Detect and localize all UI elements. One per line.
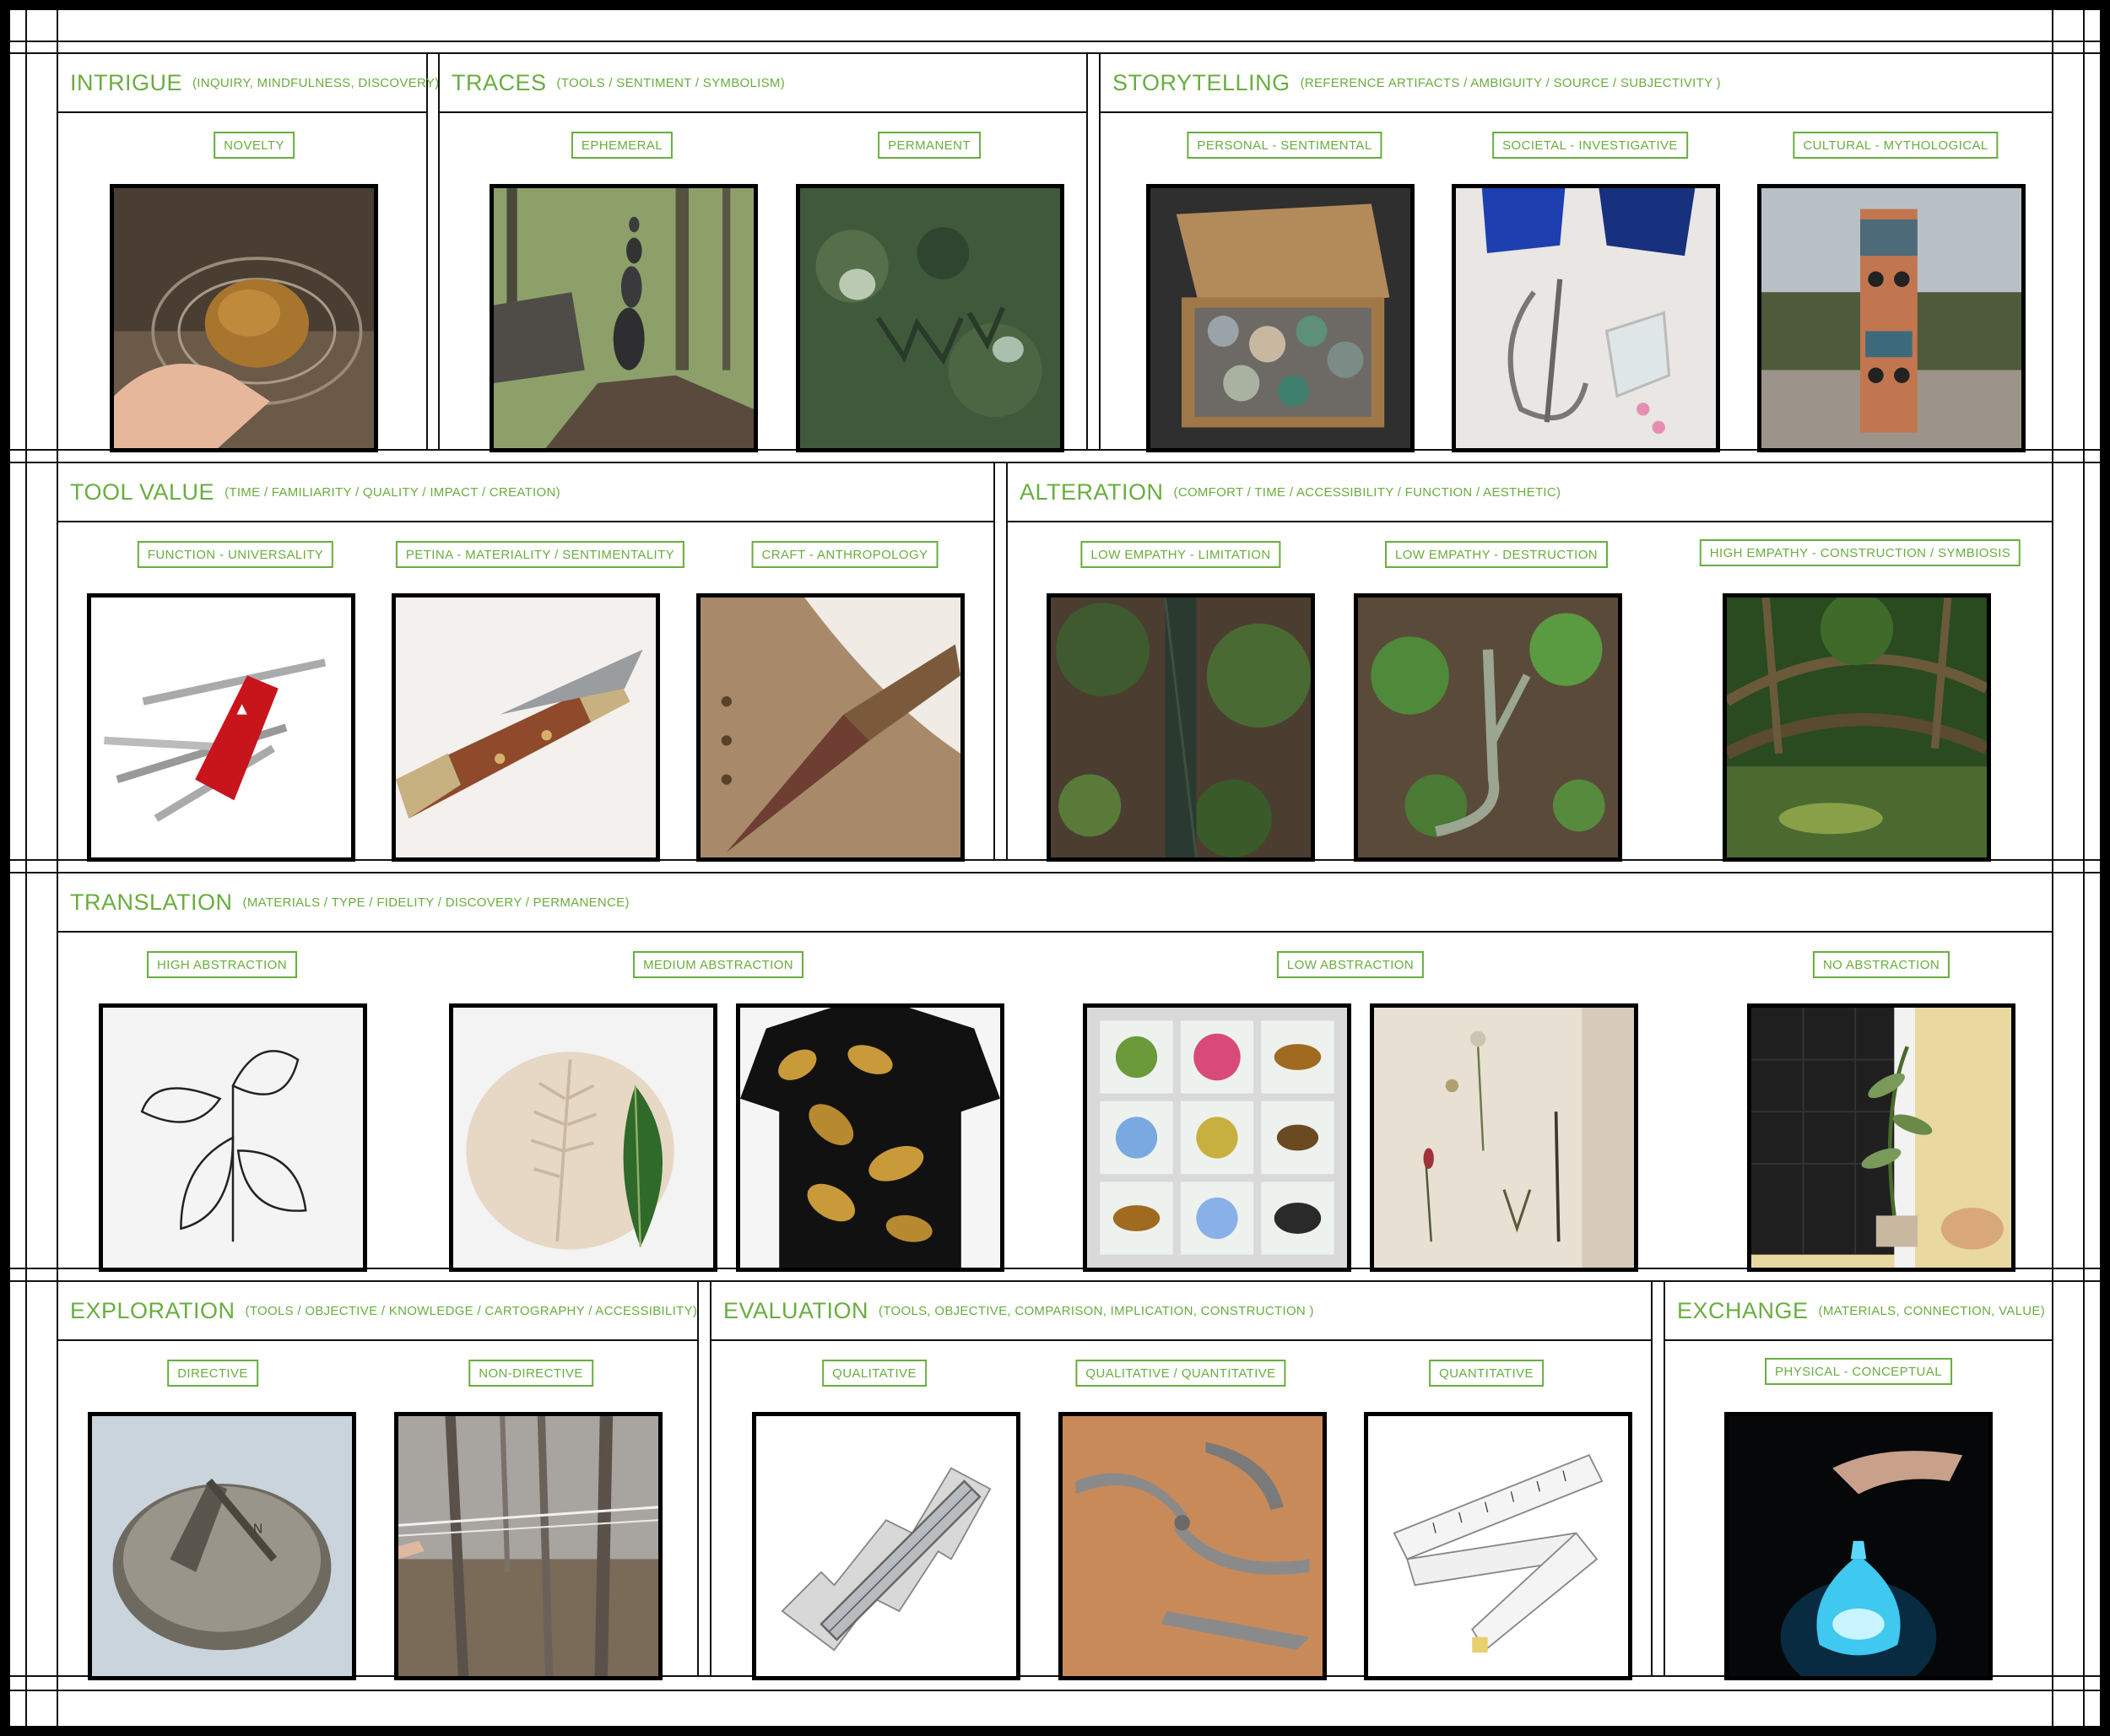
category-label: PERMANENT <box>878 132 981 159</box>
svg-text:N: N <box>253 1522 262 1537</box>
leaf-clay-imprint-image <box>449 1003 717 1272</box>
section-title-sub: (MATERIALS, CONNECTION, VALUE) <box>1818 1303 2046 1318</box>
section-title-main: ALTERATION <box>1020 479 1164 505</box>
section-intrigue: INTRIGUE (INQUIRY, MINDFULNESS, DISCOVER… <box>58 54 439 452</box>
section-title-sub: (TOOLS / SENTIMENT / SYMBOLISM) <box>556 75 785 90</box>
category-label: NON-DIRECTIVE <box>468 1360 593 1387</box>
category-label: LOW EMPATHY - DESTRUCTION <box>1384 541 1609 568</box>
category-label: PHYSICAL - CONCEPTUAL <box>1765 1358 1952 1385</box>
section-storytelling: STORYTELLING (REFERENCE ARTIFACTS / AMBI… <box>1101 54 2052 452</box>
section-tool-value: TOOL VALUE (TIME / FAMILIARITY / QUALITY… <box>58 463 993 862</box>
category-label: QUANTITATIVE <box>1429 1360 1544 1387</box>
moodboard: INTRIGUE (INQUIRY, MINDFULNESS, DISCOVER… <box>10 10 2100 1726</box>
measuring-tape-image <box>1364 1412 1632 1680</box>
category-label: FUNCTION - UNIVERSALITY <box>137 541 334 568</box>
cut-sapling-image <box>1354 593 1622 862</box>
sundial-compass-image: N <box>88 1412 356 1680</box>
wooden-pocket-knife-image <box>392 593 660 862</box>
frame-line <box>2083 10 2085 1726</box>
divider <box>426 52 428 449</box>
leaf-line-drawing-image <box>99 1003 367 1272</box>
contour-gauge-image <box>752 1412 1020 1680</box>
living-root-bridge-image <box>1723 593 1991 862</box>
section-title: INTRIGUE (INQUIRY, MINDFULNESS, DISCOVER… <box>58 54 439 113</box>
section-title-main: TRANSLATION <box>70 889 233 915</box>
category-label: PETINA - MATERIALITY / SENTIMENTALITY <box>395 541 685 568</box>
category-label: NO ABSTRACTION <box>1812 951 1950 978</box>
category-label: CULTURAL - MYTHOLOGICAL <box>1793 132 1999 159</box>
section-title: EXPLORATION (TOOLS / OBJECTIVE / KNOWLED… <box>58 1282 697 1341</box>
string-line-forest-image <box>394 1412 663 1680</box>
category-label: CRAFT - ANTHROPOLOGY <box>751 541 939 568</box>
frame-line <box>2052 10 2053 1726</box>
leaf-print-shirt-image <box>736 1003 1004 1272</box>
pressed-herbarium-image <box>1370 1003 1638 1272</box>
section-title: TRACES (TOOLS / SENTIMENT / SYMBOLISM) <box>440 54 1086 113</box>
category-label: DIRECTIVE <box>167 1360 258 1387</box>
resin-specimens-image <box>1083 1003 1351 1272</box>
frame-line <box>10 1690 2100 1691</box>
section-title-sub: (REFERENCE ARTIFACTS / AMBIGUITY / SOURC… <box>1300 75 1721 90</box>
section-traces: TRACES (TOOLS / SENTIMENT / SYMBOLISM) E… <box>440 54 1086 452</box>
section-title-main: TOOL VALUE <box>70 479 215 505</box>
section-title-main: EVALUATION <box>723 1297 869 1323</box>
category-label: QUALITATIVE <box>822 1360 927 1387</box>
frame-line <box>10 41 2100 42</box>
divider <box>697 1280 699 1675</box>
tree-guard-forest-image <box>1047 593 1315 862</box>
carved-mossy-rock-image <box>796 184 1064 452</box>
calipers-image <box>1058 1412 1327 1680</box>
section-alteration: ALTERATION (COMFORT / TIME / ACCESSIBILI… <box>1008 463 2052 862</box>
section-title-sub: (MATERIALS / TYPE / FIDELITY / DISCOVERY… <box>242 895 630 910</box>
section-title-main: INTRIGUE <box>70 69 183 95</box>
section-title: STORYTELLING (REFERENCE ARTIFACTS / AMBI… <box>1101 54 2052 113</box>
totem-pole-image <box>1757 184 2026 452</box>
section-title-main: EXPLORATION <box>70 1297 235 1323</box>
category-label: PERSONAL - SENTIMENTAL <box>1187 132 1382 159</box>
section-title-sub: (TIME / FAMILIARITY / QUALITY / IMPACT /… <box>225 484 560 500</box>
category-label: NOVELTY <box>214 132 295 159</box>
section-title: TRANSLATION (MATERIALS / TYPE / FIDELITY… <box>58 873 2052 933</box>
section-exploration: EXPLORATION (TOOLS / OBJECTIVE / KNOWLED… <box>58 1282 697 1680</box>
section-title-main: TRACES <box>452 69 547 95</box>
frame-line <box>25 10 27 1726</box>
section-evaluation: EVALUATION (TOOLS, OBJECTIVE, COMPARISON… <box>711 1282 1651 1680</box>
category-label: LOW EMPATHY - LIMITATION <box>1080 541 1281 568</box>
section-title: EXCHANGE (MATERIALS, CONNECTION, VALUE) <box>1665 1282 2052 1341</box>
section-title-sub: (TOOLS, OBJECTIVE, COMPARISON, IMPLICATI… <box>879 1303 1314 1318</box>
potted-plant-window-image <box>1747 1003 2015 1272</box>
category-label: LOW ABSTRACTION <box>1276 951 1425 978</box>
swiss-army-knife-image <box>87 593 355 862</box>
divider <box>1086 52 1088 449</box>
blue-glass-and-wire-image <box>1452 184 1720 452</box>
section-title: EVALUATION (TOOLS, OBJECTIVE, COMPARISON… <box>711 1282 1651 1341</box>
stone-blade-knife-image <box>696 593 965 862</box>
section-translation: TRANSLATION (MATERIALS / TYPE / FIDELITY… <box>58 873 2052 1272</box>
category-label: MEDIUM ABSTRACTION <box>632 951 804 978</box>
category-label: SOCIETAL - INVESTIGATIVE <box>1492 132 1688 159</box>
section-title-main: STORYTELLING <box>1112 69 1290 95</box>
rock-in-hand-water-image <box>110 184 378 452</box>
category-label: QUALITATIVE / QUANTITATIVE <box>1075 1360 1286 1387</box>
stacked-cairn-forest-image <box>490 184 758 452</box>
section-title: TOOL VALUE (TIME / FAMILIARITY / QUALITY… <box>58 463 993 522</box>
section-title: ALTERATION (COMFORT / TIME / ACCESSIBILI… <box>1008 463 2052 522</box>
divider <box>1651 1280 1653 1675</box>
section-title-sub: (COMFORT / TIME / ACCESSIBILITY / FUNCTI… <box>1173 484 1561 500</box>
section-title-main: EXCHANGE <box>1677 1297 1809 1323</box>
category-label: HIGH ABSTRACTION <box>147 951 297 978</box>
section-exchange: EXCHANGE (MATERIALS, CONNECTION, VALUE) … <box>1665 1282 2052 1680</box>
category-label: HIGH EMPATHY - CONSTRUCTION / SYMBIOSIS <box>1699 539 2021 566</box>
section-title-sub: (TOOLS / OBJECTIVE / KNOWLEDGE / CARTOGR… <box>245 1303 698 1318</box>
box-of-stones-image <box>1146 184 1415 452</box>
section-title-sub: (INQUIRY, MINDFULNESS, DISCOVERY) <box>192 75 440 90</box>
category-label: EPHEMERAL <box>571 132 674 159</box>
glowing-glass-drop-image <box>1724 1412 1993 1680</box>
divider <box>993 462 995 859</box>
